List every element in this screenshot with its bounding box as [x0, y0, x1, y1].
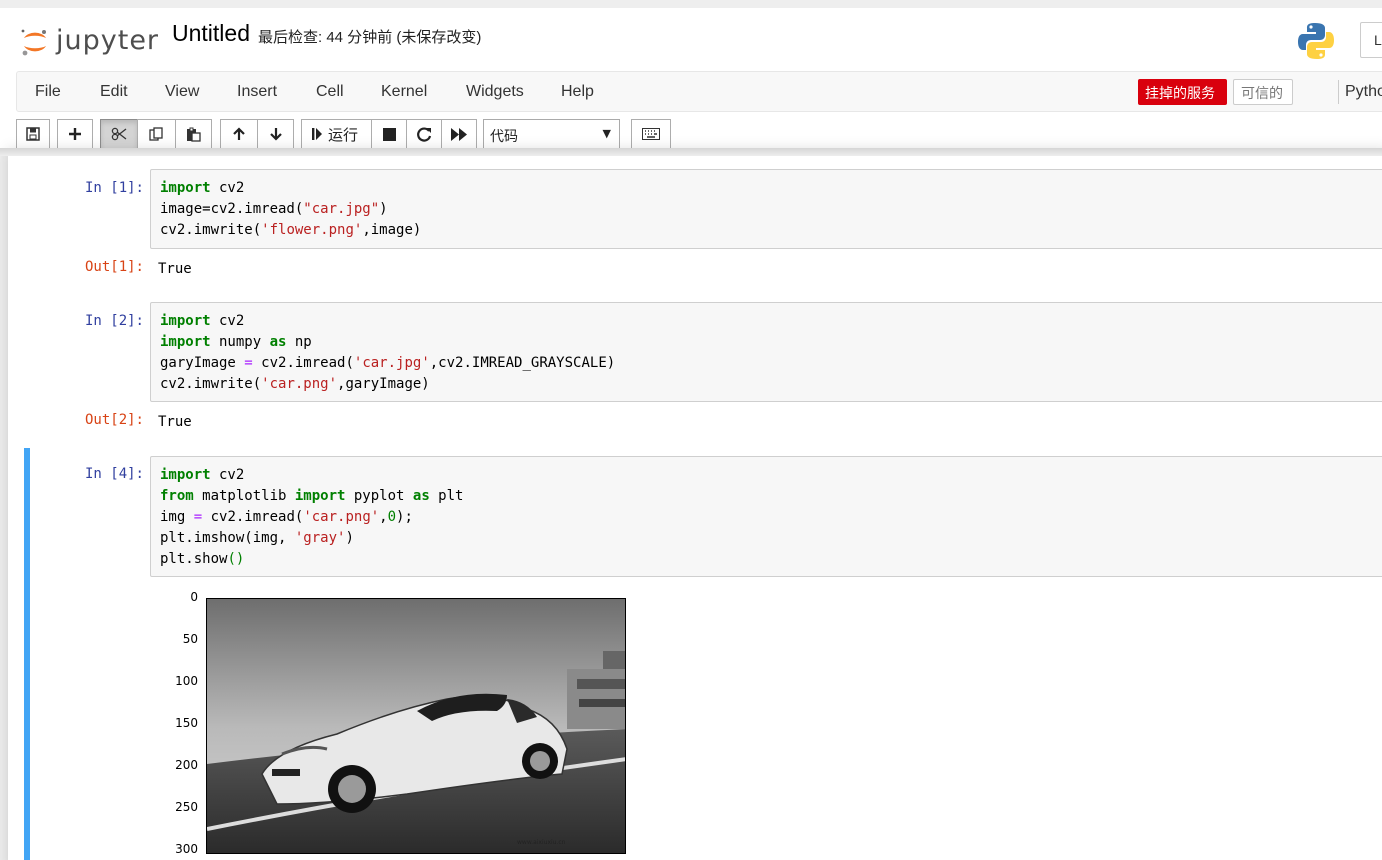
trusted-badge[interactable]: 可信的 — [1233, 79, 1293, 105]
code-line: cv2.imwrite('flower.png',image) — [160, 222, 422, 238]
menu-file[interactable]: File — [35, 83, 61, 101]
notebook-title[interactable]: Untitled — [172, 20, 250, 47]
code-line: cv2.imwrite('car.png',garyImage) — [160, 376, 430, 392]
y-tick-label: 200 — [175, 758, 198, 772]
cut-icon — [111, 127, 127, 141]
command-palette-button[interactable] — [631, 119, 671, 149]
cell-type-value: 代码 — [490, 129, 518, 145]
menu-edit[interactable]: Edit — [100, 83, 128, 101]
kernel-name: Pytho — [1345, 83, 1382, 100]
jupyter-logo[interactable]: jupyter — [20, 25, 160, 61]
output-prompt: Out[2]: — [84, 412, 144, 428]
code-line: import cv2 — [160, 180, 245, 196]
output-prompt: Out[1]: — [84, 259, 144, 275]
code-editor[interactable]: import cv2 image=cv2.imread("car.jpg") c… — [150, 169, 1382, 249]
y-tick-label: 250 — [175, 800, 198, 814]
python-logo-icon — [1298, 23, 1334, 59]
code-line: import cv2 — [160, 313, 245, 329]
input-prompt: In [4]: — [84, 466, 144, 482]
cell-type-select[interactable]: 代码 ▼ — [483, 119, 620, 149]
keyboard-icon — [642, 128, 660, 140]
code-line: image=cv2.imread("car.jpg") — [160, 201, 388, 217]
copy-icon — [149, 126, 163, 141]
cut-cell-button[interactable] — [100, 119, 138, 149]
car-photo-graphic: www.aixiuxiu.cn — [207, 599, 625, 853]
run-cell-button[interactable]: 运行 — [301, 119, 372, 149]
y-tick-label: 50 — [182, 632, 198, 646]
input-prompt: In [2]: — [84, 313, 144, 329]
menu-widgets[interactable]: Widgets — [466, 83, 524, 101]
copy-cell-button[interactable] — [137, 119, 176, 149]
move-down-button[interactable] — [257, 119, 294, 149]
cell-output: True — [158, 414, 192, 430]
kernel-dead-badge[interactable]: 挂掉的服务 — [1138, 79, 1227, 105]
checkpoint-status: 最后检查: 44 分钟前 (未保存改变) — [258, 29, 482, 46]
code-line: img = cv2.imread('car.png',0); — [160, 509, 413, 525]
jupyter-logo-icon — [21, 29, 46, 56]
menu-cell[interactable]: Cell — [316, 83, 344, 101]
y-tick-label: 100 — [175, 674, 198, 688]
move-up-button[interactable] — [220, 119, 258, 149]
restart-run-all-button[interactable] — [441, 119, 477, 149]
input-prompt: In [1]: — [84, 180, 144, 196]
caret-down-icon: ▼ — [602, 127, 611, 140]
notebook-header: jupyter Untitled 最后检查: 44 分钟前 (未保存改变) L … — [0, 0, 1382, 156]
header-shadow — [0, 148, 1382, 156]
notebook-container: In [1]: import cv2 image=cv2.imread("car… — [8, 150, 1382, 860]
code-line: import numpy as np — [160, 334, 312, 350]
stop-icon — [382, 127, 396, 141]
save-icon — [26, 127, 40, 141]
code-cell-2[interactable]: In [2]: import cv2 import numpy as np ga… — [24, 301, 1382, 441]
save-button[interactable] — [16, 119, 50, 149]
paste-cell-button[interactable] — [175, 119, 212, 149]
code-line: plt.show() — [160, 551, 245, 567]
paste-icon — [187, 127, 201, 142]
run-label: 运行 — [328, 125, 359, 144]
arrow-down-icon — [269, 128, 282, 141]
logout-button[interactable]: L — [1360, 22, 1382, 58]
svg-text:www.aixiuxiu.cn: www.aixiuxiu.cn — [517, 839, 566, 846]
arrow-up-icon — [233, 127, 245, 140]
image-plot-output: 0 50 100 150 200 250 300 www.aixiuxiu.cn — [158, 590, 638, 860]
kernel-separator — [1338, 80, 1339, 104]
menu-kernel[interactable]: Kernel — [381, 83, 427, 101]
code-editor[interactable]: import cv2 import numpy as np garyImage … — [150, 302, 1382, 402]
interrupt-kernel-button[interactable] — [371, 119, 407, 149]
grayscale-car-image: www.aixiuxiu.cn — [206, 598, 626, 854]
insert-cell-button[interactable] — [57, 119, 93, 149]
code-line: import cv2 — [160, 467, 245, 483]
y-tick-label: 150 — [175, 716, 198, 730]
menu-insert[interactable]: Insert — [237, 83, 277, 101]
menu-view[interactable]: View — [165, 83, 199, 101]
cell-output: True — [158, 261, 192, 277]
menu-help[interactable]: Help — [561, 83, 594, 101]
y-tick-label: 300 — [175, 842, 198, 856]
plus-icon — [69, 128, 81, 140]
restart-kernel-button[interactable] — [406, 119, 442, 149]
code-line: from matplotlib import pyplot as plt — [160, 488, 464, 504]
restart-icon — [416, 126, 431, 142]
fast-forward-icon — [451, 127, 467, 141]
y-tick-label: 0 — [190, 590, 198, 604]
code-cell-1[interactable]: In [1]: import cv2 image=cv2.imread("car… — [24, 168, 1382, 288]
jupyter-logo-text: jupyter — [56, 25, 160, 56]
code-line: plt.imshow(img, 'gray') — [160, 530, 354, 546]
notebook-app: jupyter Untitled 最后检查: 44 分钟前 (未保存改变) L … — [0, 0, 1382, 860]
step-forward-icon — [312, 128, 322, 140]
code-line: garyImage = cv2.imread('car.jpg',cv2.IMR… — [160, 355, 616, 371]
code-editor[interactable]: import cv2 from matplotlib import pyplot… — [150, 456, 1382, 577]
menu-bar: File Edit View Insert Cell Kernel Widget… — [16, 71, 1382, 112]
